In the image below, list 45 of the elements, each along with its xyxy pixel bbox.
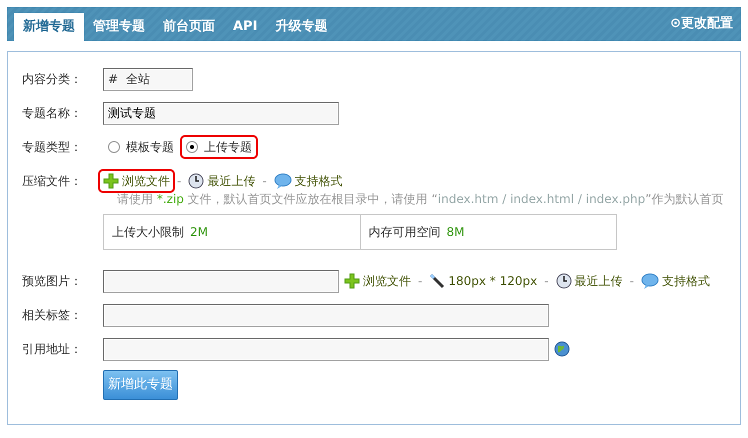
category-field[interactable]: # 全站 [103, 68, 193, 90]
radio-option[interactable]: 上传专题 [180, 135, 258, 159]
tags-field[interactable] [103, 304, 549, 326]
url-field[interactable] [103, 338, 549, 360]
link[interactable]: 浏览文件 [339, 269, 416, 293]
field-label: 引用地址： [22, 341, 83, 358]
limit-value: 8M [446, 224, 464, 241]
field-label: 专题名称： [22, 105, 83, 122]
hash-icon: # [108, 70, 118, 88]
settings-link[interactable]: ⊙更改配置 [670, 14, 733, 34]
plus-icon [103, 173, 119, 189]
separator: - [177, 173, 182, 190]
limit-label: 上传大小限制 [112, 224, 184, 241]
hint-text: 请使用 *.zip 文件，默认首页文件应放在根目录中，请使用 “index.htm / index.html / index.php”作为默认首页 [117, 191, 724, 208]
link[interactable]: 浏览文件 [98, 169, 175, 193]
separator: - [630, 273, 634, 290]
field-label: 相关标签： [22, 307, 83, 324]
clock-icon [188, 173, 204, 189]
speech-bubble-icon [640, 273, 659, 289]
field-label: 专题类型： [22, 139, 83, 156]
clock-icon [556, 273, 572, 289]
name-field[interactable]: 测试专题 [103, 102, 339, 124]
separator: - [262, 173, 267, 190]
tab[interactable]: 新增专题 [14, 13, 84, 41]
image-field[interactable] [103, 270, 339, 292]
limit-value: 2M [190, 224, 208, 241]
radio-option[interactable]: 模板专题 [102, 135, 180, 159]
link[interactable]: 支持格式 [268, 169, 348, 193]
tab[interactable]: 管理专题 [84, 13, 154, 41]
speech-bubble-icon [274, 173, 292, 189]
link[interactable]: 最近上传 [183, 169, 260, 193]
limit-label: 内存可用空间 [368, 224, 440, 241]
globe-icon [554, 341, 570, 357]
separator: - [544, 273, 549, 290]
link[interactable]: 180px * 120px [424, 269, 542, 293]
field-label: 内容分类： [22, 71, 83, 88]
field-label: 压缩文件： [22, 173, 83, 190]
separator: - [418, 273, 422, 290]
link[interactable]: 支持格式 [636, 269, 715, 293]
wand-icon [429, 273, 446, 289]
link[interactable]: 最近上传 [550, 269, 628, 293]
tab[interactable]: 升级专题 [266, 13, 336, 41]
plus-icon [344, 273, 360, 289]
category-value: 全站 [126, 71, 150, 88]
field-label: 预览图片： [22, 273, 83, 290]
